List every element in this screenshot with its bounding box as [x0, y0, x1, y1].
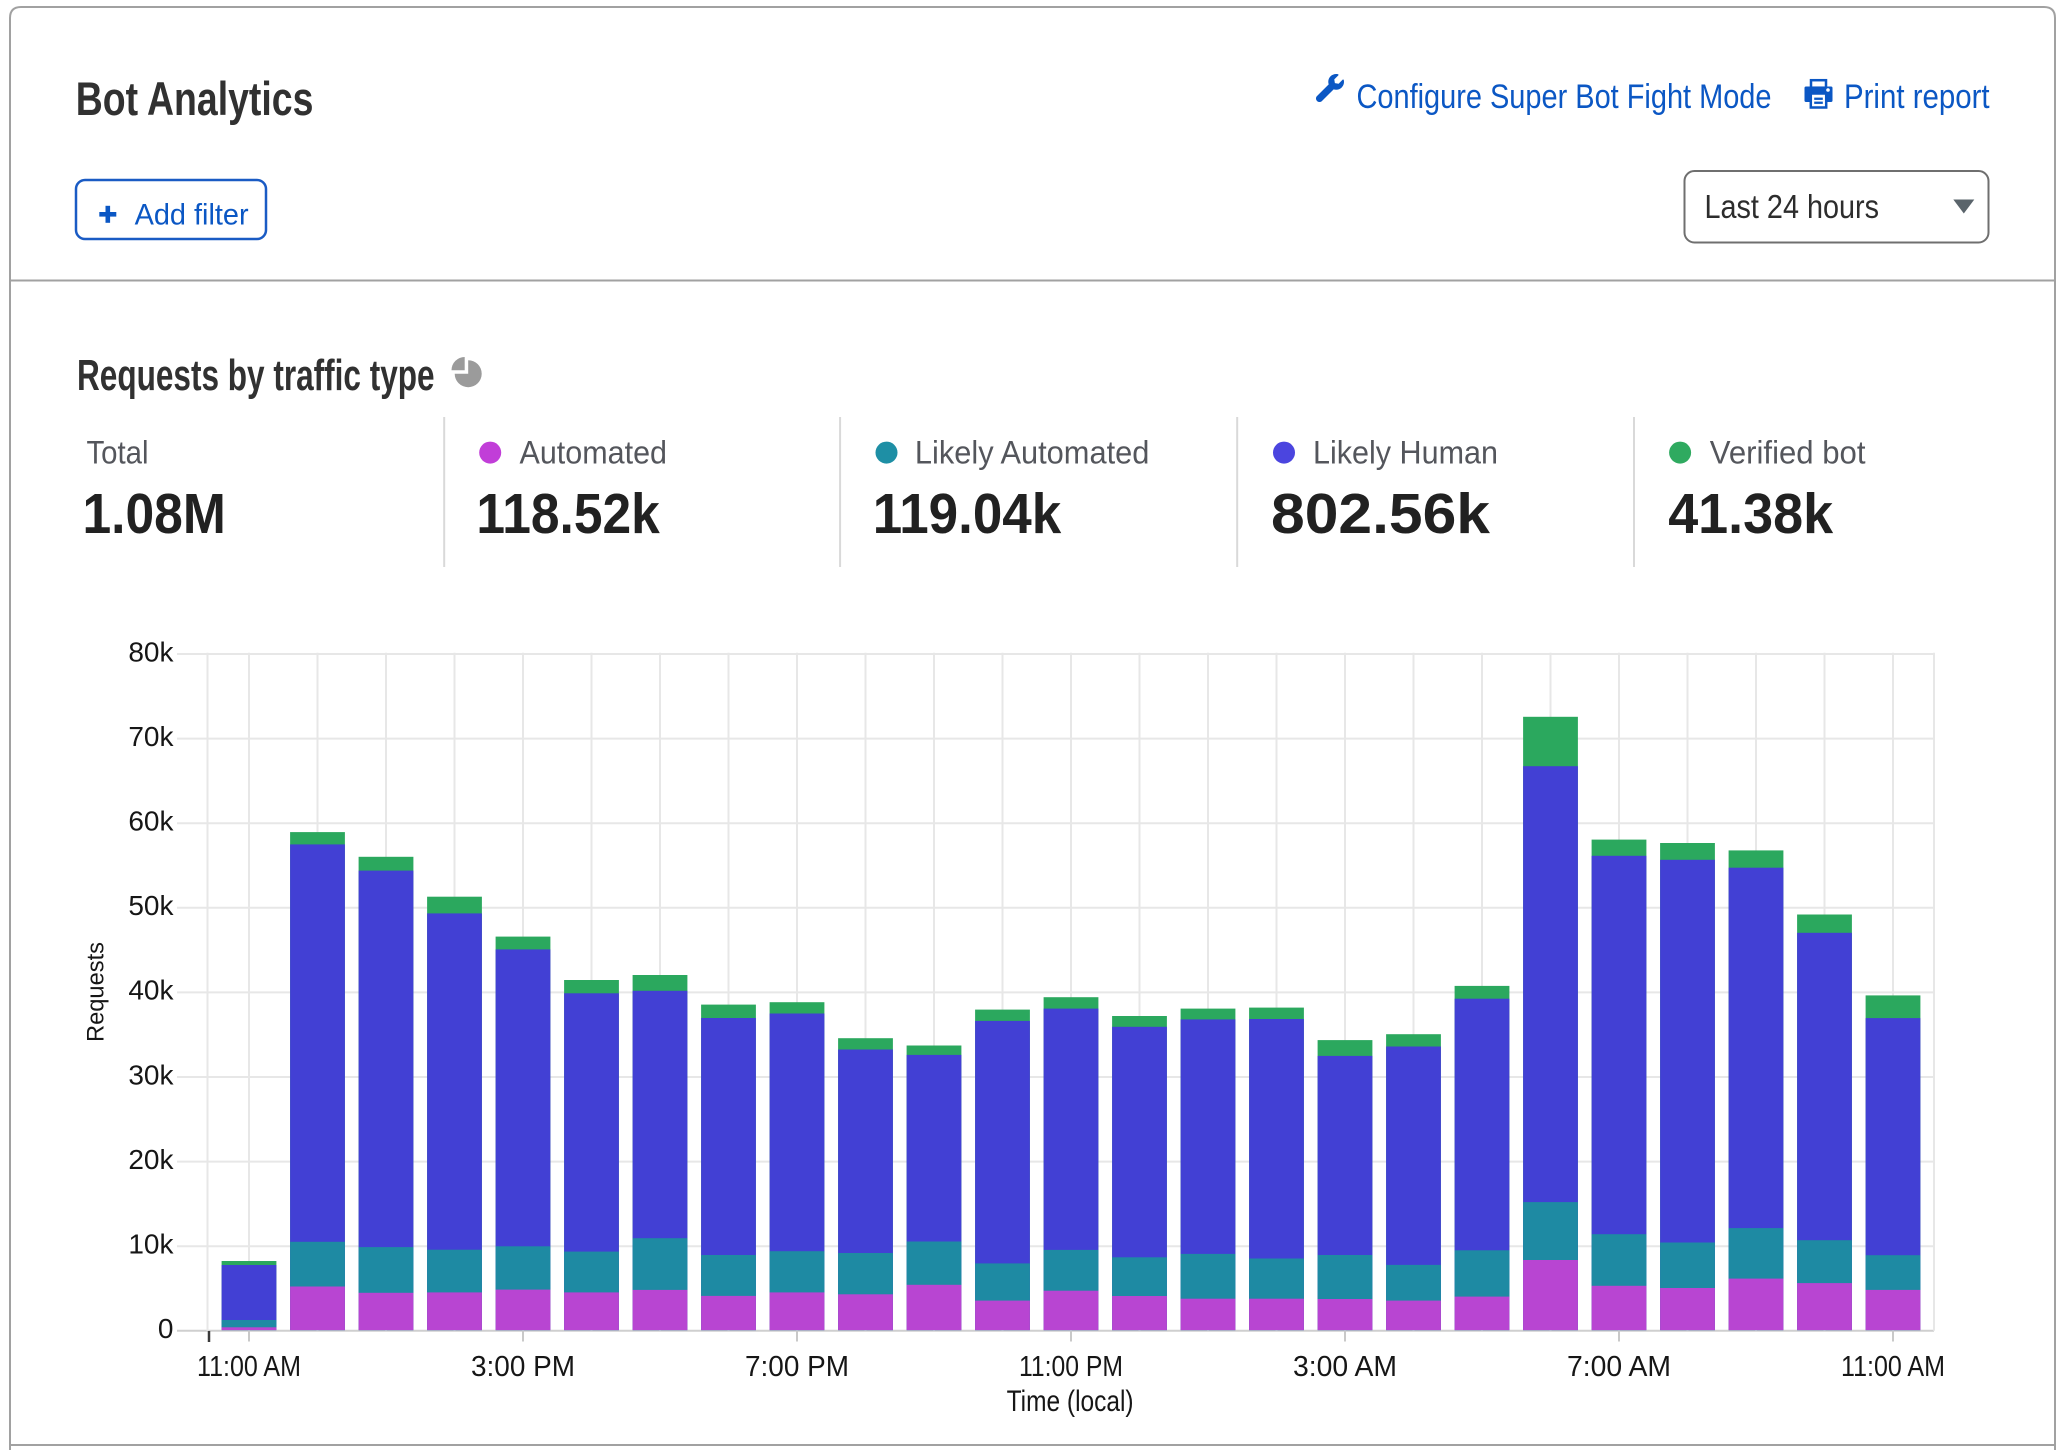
svg-text:3:00 AM: 3:00 AM: [1293, 1351, 1397, 1383]
svg-text:Add filter: Add filter: [135, 199, 249, 232]
svg-text:0: 0: [158, 1313, 174, 1344]
svg-text:Print report: Print report: [1844, 78, 1990, 116]
svg-text:Bot Analytics: Bot Analytics: [76, 72, 314, 125]
svg-text:Automated: Automated: [520, 435, 668, 471]
svg-text:11:00 PM: 11:00 PM: [1019, 1351, 1123, 1383]
svg-text:11:00 AM: 11:00 AM: [197, 1351, 301, 1383]
svg-text:118.52k: 118.52k: [476, 482, 660, 546]
svg-text:802.56k: 802.56k: [1271, 482, 1490, 546]
svg-text:50k: 50k: [128, 890, 174, 921]
svg-text:80k: 80k: [128, 636, 174, 667]
svg-text:70k: 70k: [128, 721, 174, 752]
svg-text:60k: 60k: [128, 806, 174, 837]
svg-text:40k: 40k: [128, 975, 174, 1006]
svg-text:Requests by traffic type: Requests by traffic type: [77, 351, 435, 400]
svg-text:3:00 PM: 3:00 PM: [471, 1351, 575, 1383]
svg-text:Last 24 hours: Last 24 hours: [1705, 188, 1880, 225]
svg-text:Verified bot: Verified bot: [1710, 435, 1866, 471]
svg-text:Requests: Requests: [82, 942, 109, 1042]
svg-text:30k: 30k: [128, 1059, 174, 1090]
svg-text:41.38k: 41.38k: [1668, 482, 1833, 546]
svg-text:Configure Super Bot Fight Mode: Configure Super Bot Fight Mode: [1357, 78, 1772, 116]
svg-text:7:00 AM: 7:00 AM: [1567, 1351, 1671, 1383]
svg-text:1.08M: 1.08M: [83, 482, 226, 546]
svg-text:119.04k: 119.04k: [873, 482, 1062, 546]
svg-text:Likely Human: Likely Human: [1313, 435, 1498, 471]
svg-text:20k: 20k: [128, 1144, 174, 1175]
svg-text:7:00 PM: 7:00 PM: [745, 1351, 849, 1383]
svg-text:Total: Total: [87, 435, 149, 471]
svg-text:10k: 10k: [128, 1229, 174, 1260]
svg-text:Time (local): Time (local): [1007, 1385, 1134, 1418]
svg-text:11:00 AM: 11:00 AM: [1841, 1351, 1945, 1383]
svg-text:Likely Automated: Likely Automated: [915, 435, 1150, 471]
